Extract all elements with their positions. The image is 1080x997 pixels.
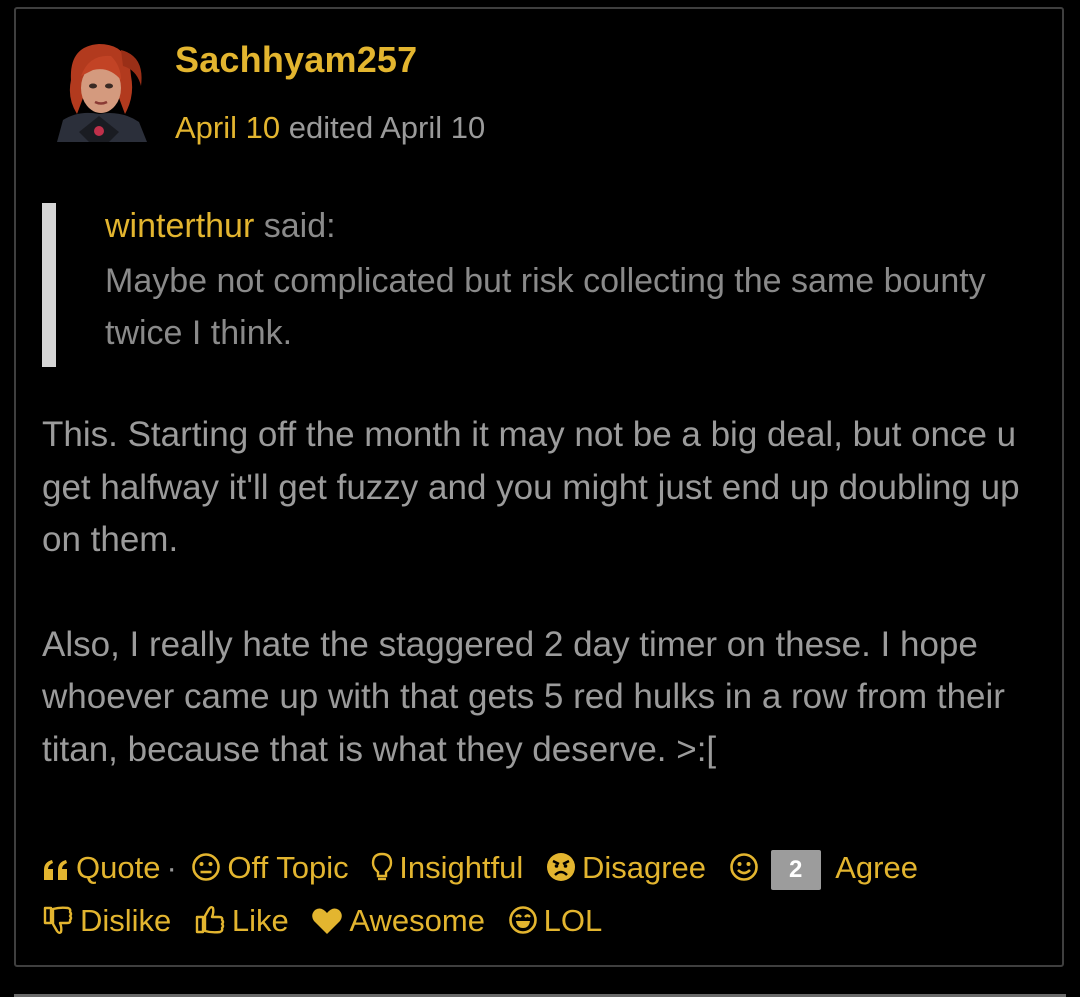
off-topic-button[interactable]: Off Topic	[191, 841, 349, 894]
quote-bar	[42, 203, 56, 367]
quote-button[interactable]: Quote	[42, 841, 160, 894]
like-label: Like	[231, 903, 289, 938]
heart-icon	[312, 908, 343, 934]
quote-label: Quote	[76, 850, 161, 885]
dislike-label: Dislike	[80, 903, 172, 938]
author-name[interactable]: Sachhyam257	[175, 39, 417, 81]
insightful-label: Insightful	[399, 850, 524, 885]
neutral-face-icon	[192, 853, 221, 881]
lightbulb-icon	[372, 852, 393, 881]
awesome-button[interactable]: Awesome	[311, 894, 485, 947]
post-paragraph: This. Starting off the month it may not …	[42, 415, 1020, 559]
quote-text: Maybe not complicated but risk collectin…	[105, 262, 986, 352]
blockquote: winterthur said: Maybe not complicated b…	[42, 203, 1032, 367]
agree-label-button[interactable]: Agree	[835, 841, 918, 894]
quote-author[interactable]: winterthur	[105, 207, 254, 245]
thumbs-up-icon	[195, 906, 225, 934]
agree-count-badge: 2	[770, 849, 821, 890]
avatar[interactable]	[49, 36, 151, 142]
post-paragraph: Also, I really hate the staggered 2 day …	[42, 624, 1005, 769]
agree-label: Agree	[835, 850, 918, 885]
quote-header: winterthur said:	[105, 207, 336, 246]
separator: ·	[166, 850, 177, 885]
lol-button[interactable]: LOL	[508, 894, 603, 947]
quote-said: said:	[263, 207, 336, 245]
laughing-face-icon	[508, 906, 537, 934]
quote-icon	[44, 860, 67, 880]
angry-face-icon	[546, 853, 575, 881]
agree-button[interactable]	[729, 841, 765, 894]
post-meta: April 10 edited April 10	[175, 110, 485, 146]
like-button[interactable]: Like	[194, 894, 289, 947]
post-date[interactable]: April 10	[175, 110, 280, 145]
lol-label: LOL	[543, 903, 603, 938]
dislike-button[interactable]: Dislike	[42, 894, 171, 947]
off-topic-label: Off Topic	[227, 850, 349, 885]
disagree-label: Disagree	[581, 850, 706, 885]
thumbs-down-icon	[43, 906, 73, 934]
forum-post: Sachhyam257 April 10 edited April 10 win…	[14, 7, 1064, 967]
reaction-bar: Quote · Off Topic Insightful Disagree 2 A…	[42, 841, 1042, 947]
edited-label: edited April 10	[288, 110, 486, 145]
insightful-button[interactable]: Insightful	[371, 841, 523, 894]
awesome-label: Awesome	[349, 903, 485, 938]
smile-icon	[729, 853, 758, 881]
post-body: This. Starting off the month it may not …	[42, 409, 1042, 776]
disagree-button[interactable]: Disagree	[546, 841, 706, 894]
